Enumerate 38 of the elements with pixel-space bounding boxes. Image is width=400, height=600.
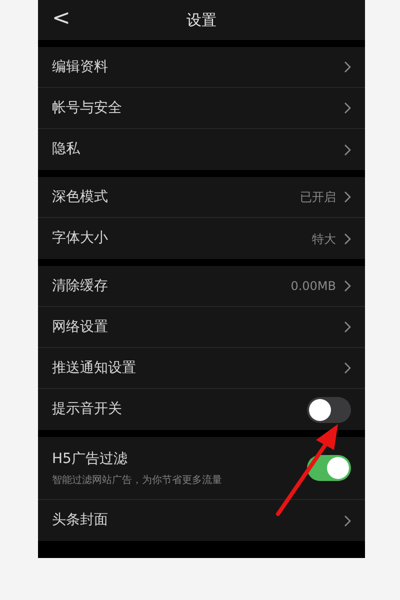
chevron-right-icon xyxy=(344,191,351,203)
chevron-right-icon xyxy=(344,232,351,244)
setting-label: 隐私 xyxy=(52,140,81,159)
chevron-right-icon xyxy=(344,280,351,292)
setting-value: 已开启 xyxy=(300,189,336,206)
setting-label: 编辑资料 xyxy=(52,58,109,76)
chevron-right-icon xyxy=(344,362,351,374)
setting-label: H5广告过滤 xyxy=(52,450,128,468)
chevron-right-icon xyxy=(344,61,351,73)
settings-row[interactable]: 头条封面 xyxy=(38,500,365,541)
settings-row[interactable]: 帐号与安全 xyxy=(38,88,365,129)
setting-label: 深色模式 xyxy=(52,188,109,206)
settings-row[interactable]: 字体大小 特大 xyxy=(38,218,365,259)
setting-value: 0.00MB xyxy=(290,278,336,295)
setting-label: 帐号与安全 xyxy=(52,98,123,118)
page-title: 设置 xyxy=(186,10,216,31)
toggle-switch[interactable] xyxy=(307,396,351,422)
setting-value: 特大 xyxy=(312,230,336,248)
settings-row[interactable]: 编辑资料 xyxy=(38,47,365,88)
settings-row[interactable]: 隐私 xyxy=(38,129,365,170)
setting-label: 提示音开关 xyxy=(52,400,123,419)
back-button[interactable]: < xyxy=(52,6,70,32)
settings-row[interactable]: 清除缓存 0.00MB xyxy=(38,266,365,307)
chevron-right-icon xyxy=(344,514,351,526)
settings-row[interactable]: 深色模式 已开启 xyxy=(38,177,365,218)
setting-label: 头条封面 xyxy=(52,511,109,530)
settings-row[interactable]: 网络设置 xyxy=(38,307,365,348)
setting-label: 推送通知设置 xyxy=(52,358,137,378)
setting-label: 清除缓存 xyxy=(52,276,109,296)
setting-description: 智能过滤网站广告，为你节省更多流量 xyxy=(52,474,223,488)
setting-label: 网络设置 xyxy=(52,318,109,336)
toggle-switch[interactable] xyxy=(307,455,351,481)
settings-row[interactable]: 提示音开关 xyxy=(38,389,365,430)
setting-label: 字体大小 xyxy=(52,229,109,248)
chevron-right-icon xyxy=(344,321,351,333)
chevron-right-icon xyxy=(344,102,351,114)
chevron-right-icon xyxy=(344,144,351,156)
settings-row[interactable]: 推送通知设置 xyxy=(38,348,365,389)
